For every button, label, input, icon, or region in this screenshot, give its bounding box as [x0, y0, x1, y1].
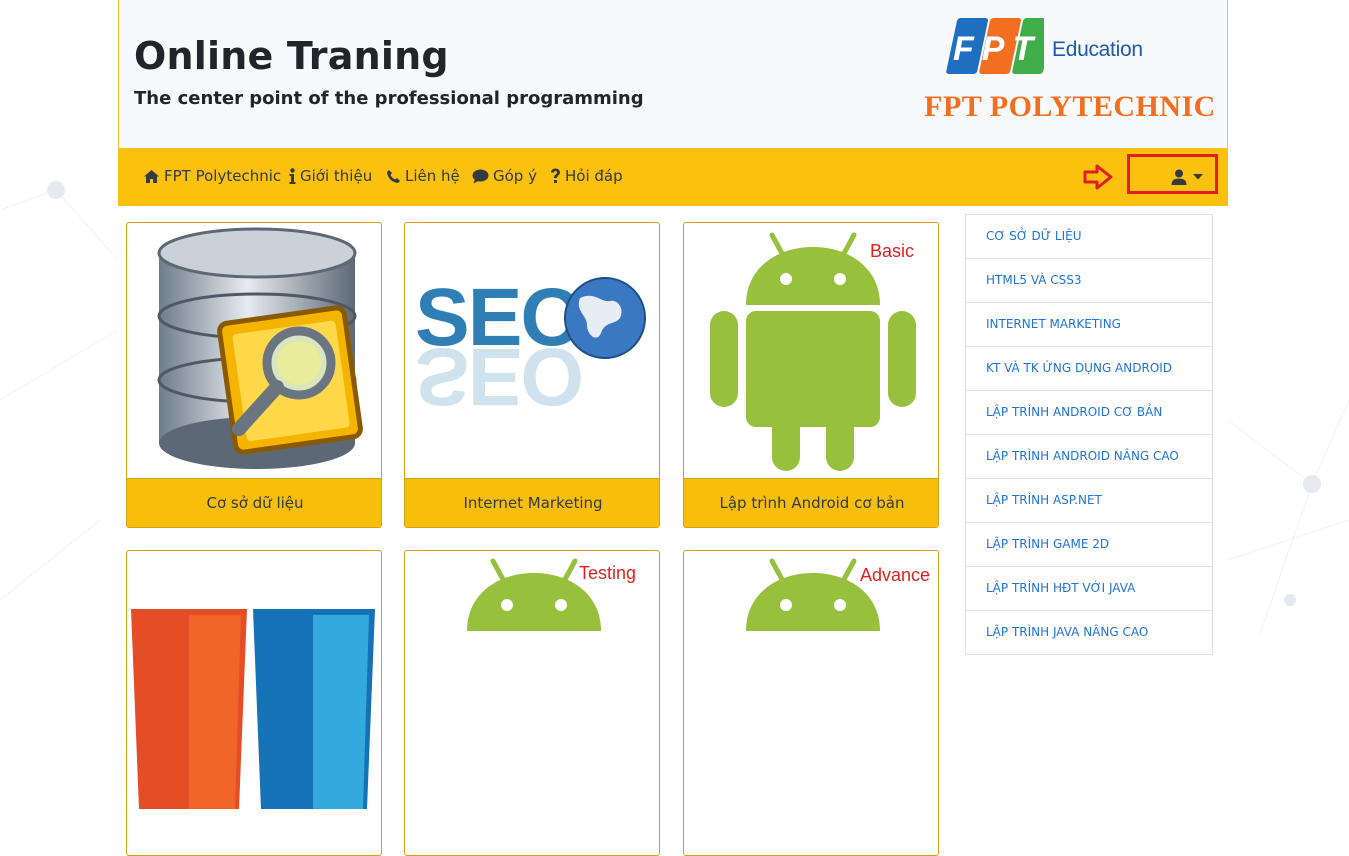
sidebar-item-html5-css3[interactable]: HTML5 VÀ CSS3	[965, 259, 1213, 303]
android-icon: Basic	[710, 232, 916, 471]
seo-globe-icon: SEO SEO	[415, 272, 646, 422]
info-icon	[289, 168, 296, 184]
logo-education-text: Education	[1052, 38, 1143, 61]
sidebar-item-internet-marketing[interactable]: INTERNET MARKETING	[965, 303, 1213, 347]
course-card-internet-marketing[interactable]: SEO SEO Internet Marketing	[404, 222, 660, 528]
site-title: Online Traning	[134, 34, 449, 78]
home-icon	[144, 169, 159, 183]
android-icon: Testing	[467, 558, 636, 631]
svg-text:Testing: Testing	[579, 563, 636, 583]
user-icon	[1171, 169, 1187, 185]
logo-polytechnic-text: FPT POLYTECHNIC	[924, 90, 1216, 123]
nav-gop-y[interactable]: Góp ý	[472, 167, 537, 185]
site-subtitle: The center point of the professional pro…	[134, 88, 644, 109]
nav-label: Liên hệ	[405, 167, 460, 185]
sidebar-item-game-2d[interactable]: LẬP TRÌNH GAME 2D	[965, 523, 1213, 567]
arrow-right-icon	[1083, 164, 1113, 190]
sidebar-item-co-so-du-lieu[interactable]: CƠ SỞ DỮ LIỆU	[965, 214, 1213, 259]
phone-icon	[387, 169, 400, 183]
nav-gioi-thieu[interactable]: Giới thiệu	[289, 167, 372, 185]
comment-icon	[472, 169, 489, 183]
sidebar-item-asp-net[interactable]: LẬP TRÌNH ASP.NET	[965, 479, 1213, 523]
course-card-android-testing[interactable]: Testing	[404, 550, 660, 856]
course-card-lap-trinh-android-co-ban[interactable]: Basic Lập trình Android cơ bản	[683, 222, 939, 528]
course-card-html5-css3[interactable]	[126, 550, 382, 856]
nav-lien-he[interactable]: Liên hệ	[386, 167, 460, 185]
fpt-education-logo: FPT Education FPT POLYTECHNIC	[924, 12, 1229, 132]
nav-label: Giới thiệu	[300, 167, 373, 185]
nav-label: Góp ý	[493, 167, 537, 185]
site-header: Online Traning The center point of the p…	[118, 0, 1228, 149]
nav-label: FPT Polytechnic	[164, 167, 282, 185]
database-search-icon	[157, 227, 363, 469]
sidebar-item-java-nang-cao[interactable]: LẬP TRÌNH JAVA NÂNG CAO	[965, 611, 1213, 655]
page-container: Online Traning The center point of the p…	[118, 0, 1228, 856]
user-menu-dropdown[interactable]	[1127, 154, 1218, 194]
sidebar-item-kt-tk-android[interactable]: KT VÀ TK ỨNG DỤNG ANDROID	[965, 347, 1213, 391]
nav-hoi-dap[interactable]: Hỏi đáp	[550, 167, 623, 185]
sidebar-item-android-nang-cao[interactable]: LẬP TRÌNH ANDROID NÂNG CAO	[965, 435, 1213, 479]
android-icon: Advance	[746, 558, 930, 631]
course-card-android-advance[interactable]: Advance	[683, 550, 939, 856]
course-card-title: Internet Marketing	[405, 478, 659, 527]
nav-fpt-polytechnic[interactable]: FPT Polytechnic	[143, 167, 281, 185]
svg-text:Advance: Advance	[860, 565, 930, 585]
sidebar-item-android-co-ban[interactable]: LẬP TRÌNH ANDROID CƠ BẢN	[965, 391, 1213, 435]
course-category-list: CƠ SỞ DỮ LIỆU HTML5 VÀ CSS3 INTERNET MAR…	[965, 214, 1213, 655]
course-card-title: Lập trình Android cơ bản	[684, 478, 938, 527]
course-card-title: Cơ sở dữ liệu	[127, 478, 381, 527]
main-navbar: FPT Polytechnic Giới thiệu Liên hệ Góp ý	[118, 149, 1228, 206]
course-card-co-so-du-lieu[interactable]: Cơ sở dữ liệu	[126, 222, 382, 528]
svg-text:Basic: Basic	[870, 241, 914, 261]
svg-text:FPT: FPT	[953, 30, 1041, 68]
html5-css3-icon	[131, 609, 375, 809]
caret-down-icon	[1193, 174, 1203, 180]
nav-label: Hỏi đáp	[565, 167, 623, 185]
fpt-logo-icon: FPT	[946, 18, 1044, 74]
question-icon	[551, 168, 560, 183]
sidebar-item-hdt-java[interactable]: LẬP TRÌNH HĐT VỚI JAVA	[965, 567, 1213, 611]
svg-text:SEO: SEO	[415, 331, 582, 422]
